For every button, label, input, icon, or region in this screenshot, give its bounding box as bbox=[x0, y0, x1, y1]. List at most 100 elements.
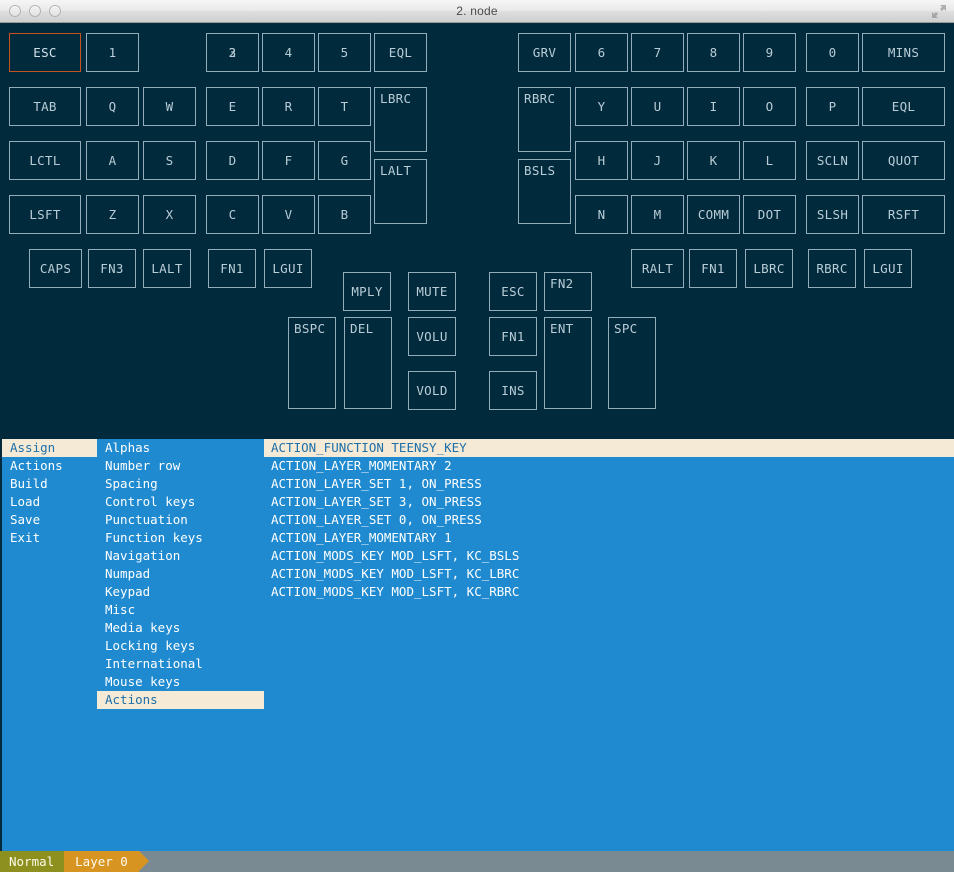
key-quot[interactable]: QUOT bbox=[862, 141, 945, 180]
menu-group-spacing[interactable]: Spacing bbox=[97, 475, 264, 493]
key-3[interactable]: 3 bbox=[206, 33, 259, 72]
key-6[interactable]: 6 bbox=[575, 33, 628, 72]
menu-group-international[interactable]: International bbox=[97, 655, 264, 673]
key-lsft[interactable]: LSFT bbox=[9, 195, 81, 234]
key-g[interactable]: G bbox=[318, 141, 371, 180]
menu-value-action-layer-set-0-on-press[interactable]: ACTION_LAYER_SET 0, ON_PRESS bbox=[264, 511, 954, 529]
key-esc[interactable]: ESC bbox=[489, 272, 537, 311]
key-l[interactable]: L bbox=[743, 141, 796, 180]
fullscreen-arrows-icon[interactable] bbox=[931, 4, 947, 19]
menu-value-action-layer-set-1-on-press[interactable]: ACTION_LAYER_SET 1, ON_PRESS bbox=[264, 475, 954, 493]
key-s[interactable]: S bbox=[143, 141, 196, 180]
key-h[interactable]: H bbox=[575, 141, 628, 180]
key-lctl[interactable]: LCTL bbox=[9, 141, 81, 180]
key-k[interactable]: K bbox=[687, 141, 740, 180]
menu-group-control-keys[interactable]: Control keys bbox=[97, 493, 264, 511]
key-e[interactable]: E bbox=[206, 87, 259, 126]
menu-value-action-layer-momentary-2[interactable]: ACTION_LAYER_MOMENTARY 2 bbox=[264, 457, 954, 475]
key-eql[interactable]: EQL bbox=[862, 87, 945, 126]
key-y[interactable]: Y bbox=[575, 87, 628, 126]
menu-value-action-layer-set-3-on-press[interactable]: ACTION_LAYER_SET 3, ON_PRESS bbox=[264, 493, 954, 511]
key-p[interactable]: P bbox=[806, 87, 859, 126]
key-o[interactable]: O bbox=[743, 87, 796, 126]
key-comm[interactable]: COMM bbox=[687, 195, 740, 234]
key-n[interactable]: N bbox=[575, 195, 628, 234]
key-caps[interactable]: CAPS bbox=[29, 249, 82, 288]
menu-group-alphas[interactable]: Alphas bbox=[97, 439, 264, 457]
key-5[interactable]: 5 bbox=[318, 33, 371, 72]
key-mins[interactable]: MINS bbox=[862, 33, 945, 72]
key-r[interactable]: R bbox=[262, 87, 315, 126]
key-esc[interactable]: ESC bbox=[9, 33, 81, 72]
key-ins[interactable]: INS bbox=[489, 371, 537, 410]
menu-group-locking-keys[interactable]: Locking keys bbox=[97, 637, 264, 655]
key-tab[interactable]: TAB bbox=[9, 87, 81, 126]
key-i[interactable]: I bbox=[687, 87, 740, 126]
key-m[interactable]: M bbox=[631, 195, 684, 234]
menu-group-actions[interactable]: Actions bbox=[97, 691, 264, 709]
key-ent[interactable]: ENT bbox=[544, 317, 592, 409]
menu-group-number-row[interactable]: Number row bbox=[97, 457, 264, 475]
key-bspc[interactable]: BSPC bbox=[288, 317, 336, 409]
key-b[interactable]: B bbox=[318, 195, 371, 234]
key-rbrc[interactable]: RBRC bbox=[808, 249, 856, 288]
key-u[interactable]: U bbox=[631, 87, 684, 126]
key-j[interactable]: J bbox=[631, 141, 684, 180]
menu-group-navigation[interactable]: Navigation bbox=[97, 547, 264, 565]
key-vold[interactable]: VOLD bbox=[408, 371, 456, 410]
key-lgui[interactable]: LGUI bbox=[264, 249, 312, 288]
key-0[interactable]: 0 bbox=[806, 33, 859, 72]
key-c[interactable]: C bbox=[206, 195, 259, 234]
key-z[interactable]: Z bbox=[86, 195, 139, 234]
menu-group-punctuation[interactable]: Punctuation bbox=[97, 511, 264, 529]
key-w[interactable]: W bbox=[143, 87, 196, 126]
key-rsft[interactable]: RSFT bbox=[862, 195, 945, 234]
key-mute[interactable]: MUTE bbox=[408, 272, 456, 311]
key-del[interactable]: DEL bbox=[344, 317, 392, 409]
key-spc[interactable]: SPC bbox=[608, 317, 656, 409]
key-t[interactable]: T bbox=[318, 87, 371, 126]
key-fn1[interactable]: FN1 bbox=[208, 249, 256, 288]
key-a[interactable]: A bbox=[86, 141, 139, 180]
key-lgui[interactable]: LGUI bbox=[864, 249, 912, 288]
key-lalt[interactable]: LALT bbox=[374, 159, 427, 224]
key-fn2[interactable]: FN2 bbox=[544, 272, 592, 311]
menu-value-action-mods-key-mod-lsft-kc-rbrc[interactable]: ACTION_MODS_KEY MOD_LSFT, KC_RBRC bbox=[264, 583, 954, 601]
key-fn1[interactable]: FN1 bbox=[489, 317, 537, 356]
key-grv[interactable]: GRV bbox=[518, 33, 571, 72]
menu-group-function-keys[interactable]: Function keys bbox=[97, 529, 264, 547]
key-8[interactable]: 8 bbox=[687, 33, 740, 72]
key-rbrc[interactable]: RBRC bbox=[518, 87, 571, 152]
key-eql[interactable]: EQL bbox=[374, 33, 427, 72]
key-fn3[interactable]: FN3 bbox=[88, 249, 136, 288]
menu-action-load[interactable]: Load bbox=[2, 493, 97, 511]
key-q[interactable]: Q bbox=[86, 87, 139, 126]
menu-group-numpad[interactable]: Numpad bbox=[97, 565, 264, 583]
key-slsh[interactable]: SLSH bbox=[806, 195, 859, 234]
key-v[interactable]: V bbox=[262, 195, 315, 234]
key-fn1[interactable]: FN1 bbox=[689, 249, 737, 288]
key-scln[interactable]: SCLN bbox=[806, 141, 859, 180]
key-dot[interactable]: DOT bbox=[743, 195, 796, 234]
menu-group-media-keys[interactable]: Media keys bbox=[97, 619, 264, 637]
key-mply[interactable]: MPLY bbox=[343, 272, 391, 311]
key-volu[interactable]: VOLU bbox=[408, 317, 456, 356]
key-f[interactable]: F bbox=[262, 141, 315, 180]
key-1[interactable]: 1 bbox=[86, 33, 139, 72]
key-ralt[interactable]: RALT bbox=[631, 249, 684, 288]
key-lbrc[interactable]: LBRC bbox=[745, 249, 793, 288]
menu-value-action-mods-key-mod-lsft-kc-bsls[interactable]: ACTION_MODS_KEY MOD_LSFT, KC_BSLS bbox=[264, 547, 954, 565]
menu-value-action-mods-key-mod-lsft-kc-lbrc[interactable]: ACTION_MODS_KEY MOD_LSFT, KC_LBRC bbox=[264, 565, 954, 583]
key-lbrc[interactable]: LBRC bbox=[374, 87, 427, 152]
menu-action-assign[interactable]: Assign bbox=[2, 439, 97, 457]
key-7[interactable]: 7 bbox=[631, 33, 684, 72]
menu-group-keypad[interactable]: Keypad bbox=[97, 583, 264, 601]
menu-action-exit[interactable]: Exit bbox=[2, 529, 97, 547]
menu-value-action-layer-momentary-1[interactable]: ACTION_LAYER_MOMENTARY 1 bbox=[264, 529, 954, 547]
key-x[interactable]: X bbox=[143, 195, 196, 234]
menu-action-build[interactable]: Build bbox=[2, 475, 97, 493]
menu-group-misc[interactable]: Misc bbox=[97, 601, 264, 619]
menu-value-action-function-teensy-key[interactable]: ACTION_FUNCTION TEENSY_KEY bbox=[264, 439, 954, 457]
menu-group-mouse-keys[interactable]: Mouse keys bbox=[97, 673, 264, 691]
key-9[interactable]: 9 bbox=[743, 33, 796, 72]
